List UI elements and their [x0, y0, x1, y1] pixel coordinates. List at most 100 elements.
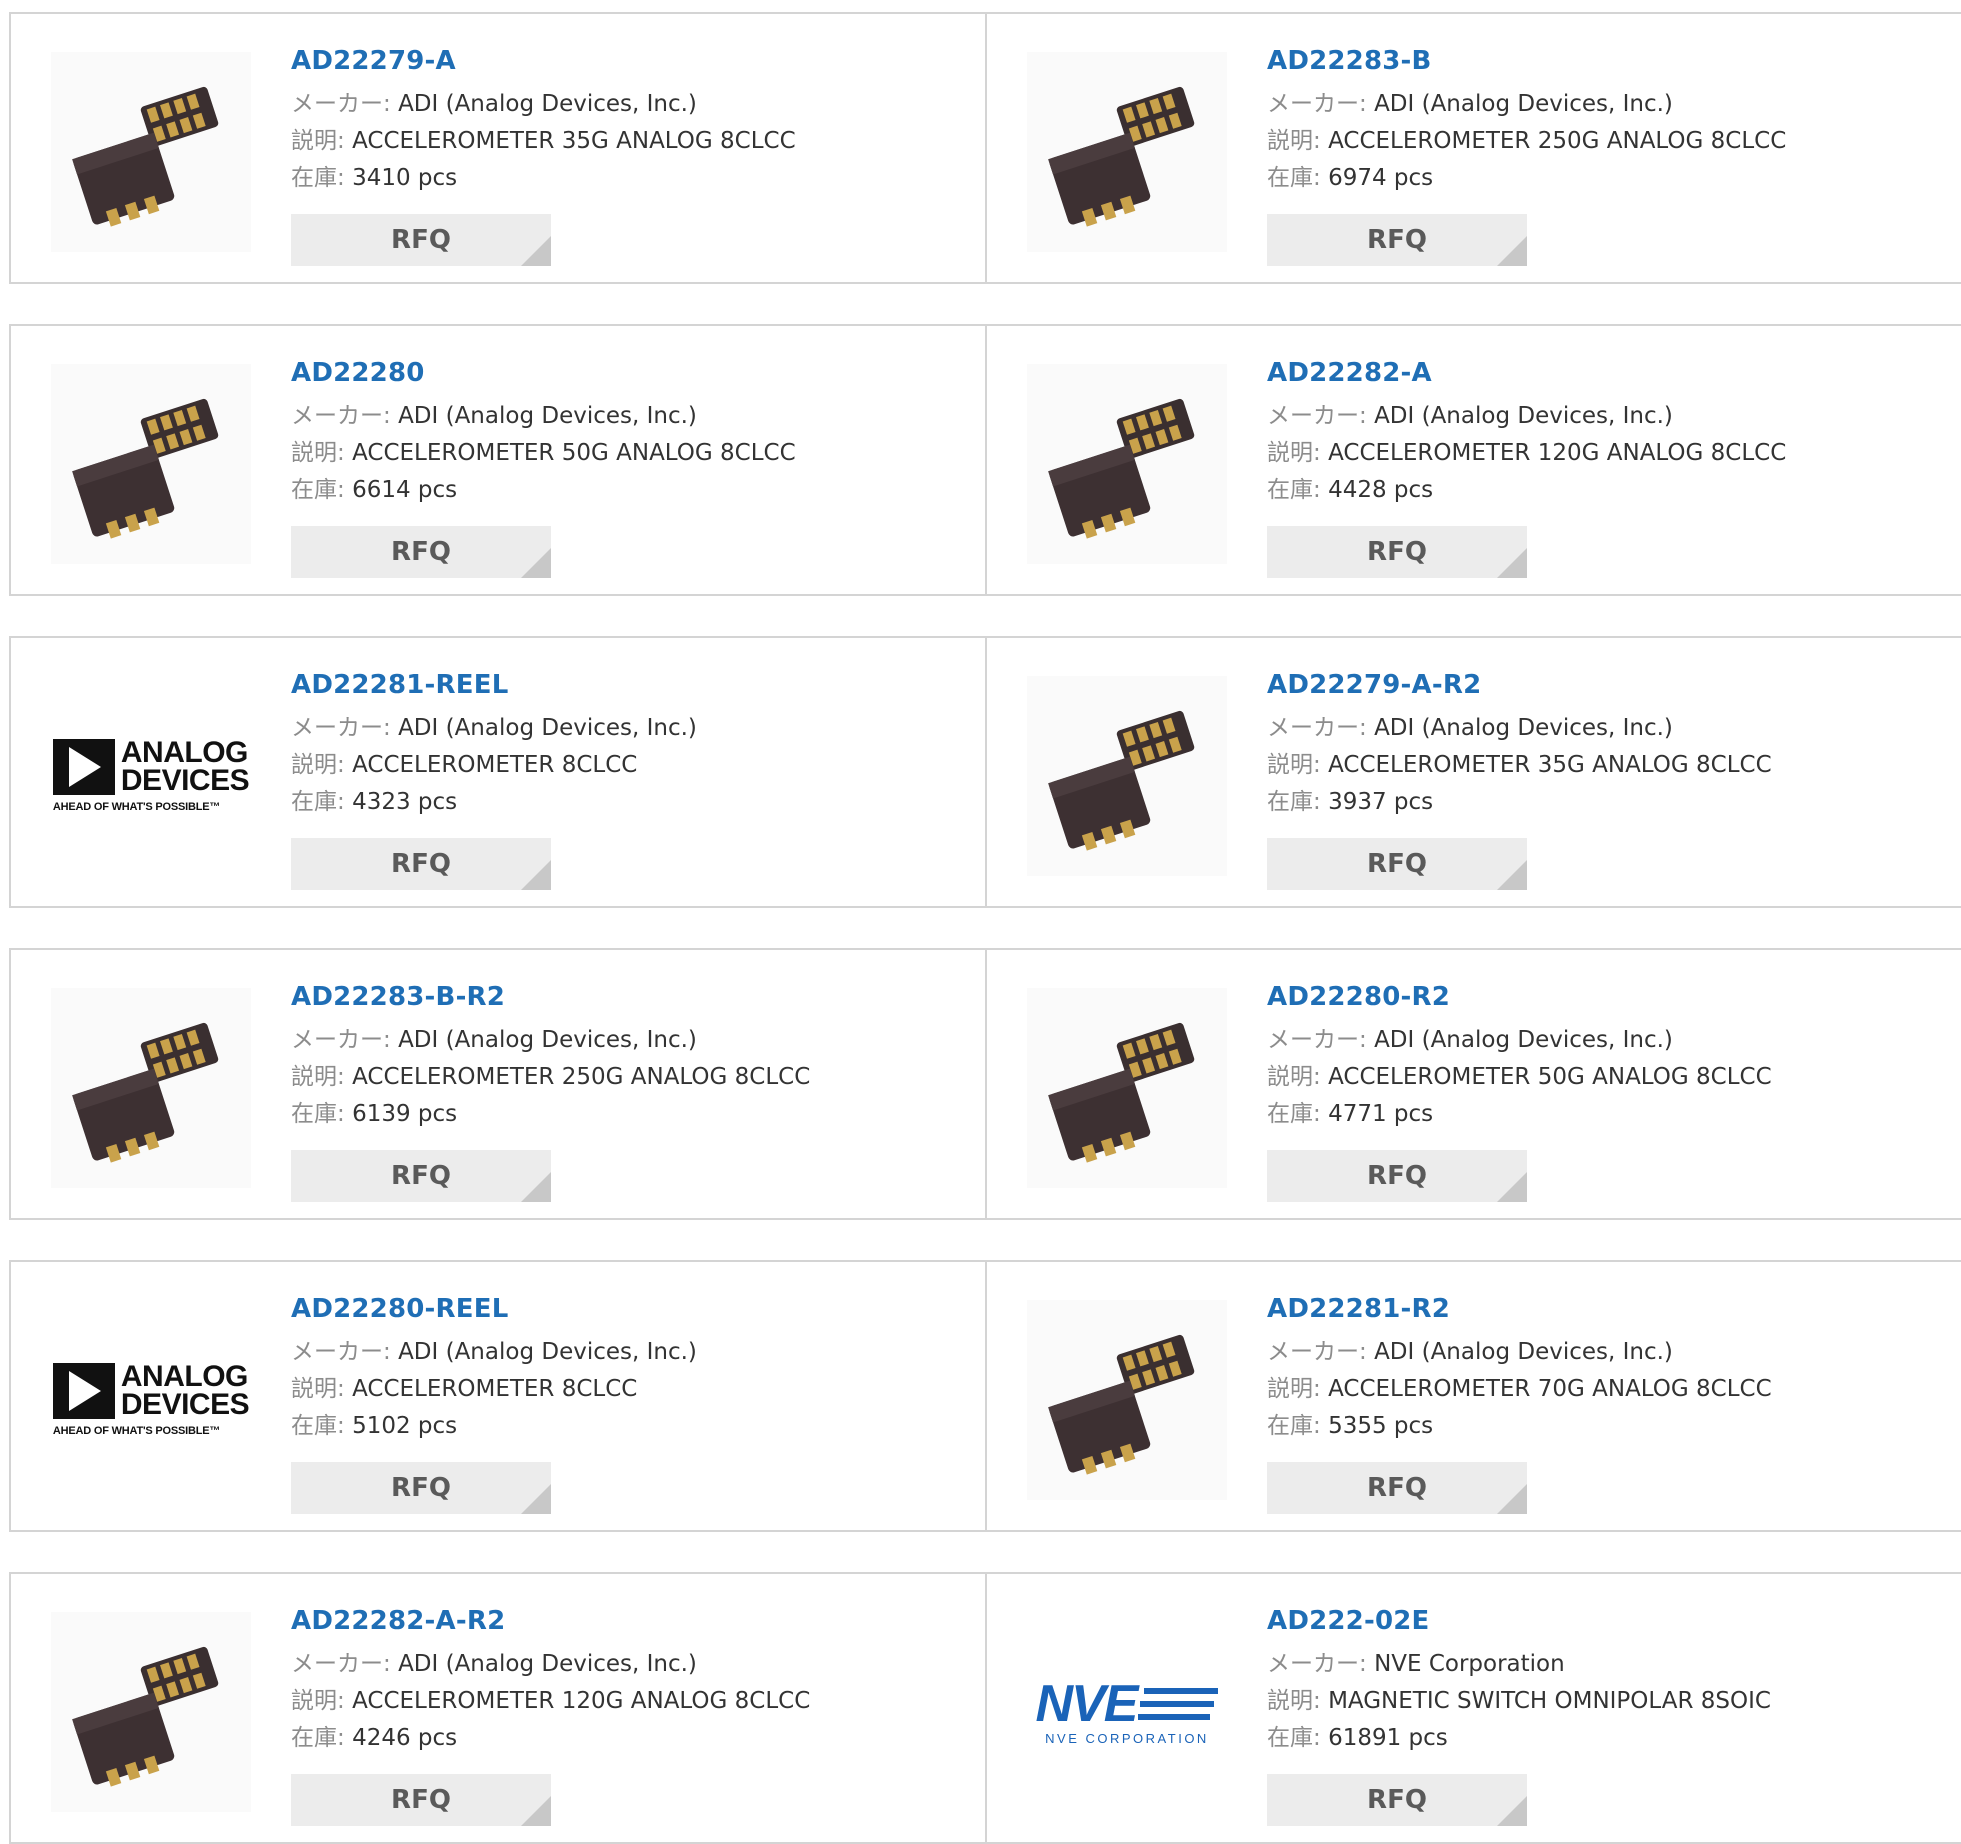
stock-line: 在庫: 4246 pcs: [291, 1720, 810, 1757]
maker-line: メーカー: ADI (Analog Devices, Inc.): [1267, 86, 1786, 123]
product-info: AD22282-A-R2 メーカー: ADI (Analog Devices, I…: [291, 1604, 810, 1757]
chip-icon[interactable]: [51, 988, 251, 1188]
description-line: 説明: ACCELEROMETER 70G ANALOG 8CLCC: [1267, 1371, 1772, 1408]
rfq-button[interactable]: RFQ: [291, 214, 551, 266]
stock-label: 在庫:: [291, 1101, 345, 1127]
maker-line: メーカー: ADI (Analog Devices, Inc.): [291, 1022, 810, 1059]
description-label: 説明:: [1267, 1376, 1321, 1402]
logo-tagline: NVE CORPORATION: [1045, 1730, 1209, 1746]
rfq-button[interactable]: RFQ: [1267, 214, 1527, 266]
part-number-link[interactable]: AD22283-B: [1267, 44, 1786, 78]
stock-line: 在庫: 6614 pcs: [291, 472, 796, 509]
maker-line: メーカー: ADI (Analog Devices, Inc.): [291, 1646, 810, 1683]
product-grid: AD22279-A メーカー: ADI (Analog Devices, Inc.…: [0, 0, 1961, 1844]
corner-triangle-icon: [521, 860, 551, 890]
product-row: ANALOG DEVICES AHEAD OF WHAT'S POSSIBLE™ AD…: [9, 636, 1961, 908]
nve-logo[interactable]: NVE NVE CORPORATION: [1027, 1612, 1227, 1812]
rfq-button[interactable]: RFQ: [291, 1462, 551, 1514]
description-line: 説明: ACCELEROMETER 35G ANALOG 8CLCC: [291, 123, 796, 160]
corner-triangle-icon: [521, 548, 551, 578]
maker-line: メーカー: ADI (Analog Devices, Inc.): [1267, 1334, 1772, 1371]
description-line: 説明: ACCELEROMETER 250G ANALOG 8CLCC: [1267, 123, 1786, 160]
maker-line: メーカー: ADI (Analog Devices, Inc.): [291, 1334, 697, 1371]
chip-icon[interactable]: [51, 1612, 251, 1812]
logo-text-line: DEVICES: [120, 764, 250, 797]
rfq-button[interactable]: RFQ: [1267, 838, 1527, 890]
rfq-label: RFQ: [391, 1161, 451, 1191]
stock-line: 在庫: 61891 pcs: [1267, 1720, 1771, 1757]
corner-triangle-icon: [1497, 1484, 1527, 1514]
maker-label: メーカー:: [291, 91, 391, 117]
stock-line: 在庫: 5102 pcs: [291, 1408, 697, 1445]
rfq-button[interactable]: RFQ: [291, 1150, 551, 1202]
product-card: AD22279-A メーカー: ADI (Analog Devices, Inc.…: [9, 14, 987, 282]
maker-value: ADI (Analog Devices, Inc.): [398, 1339, 697, 1365]
description-value: ACCELEROMETER 120G ANALOG 8CLCC: [1328, 440, 1787, 466]
rfq-label: RFQ: [1367, 1785, 1427, 1815]
product-card: AD22283-B-R2 メーカー: ADI (Analog Devices, I…: [9, 950, 987, 1218]
maker-label: メーカー:: [1267, 91, 1367, 117]
rfq-button[interactable]: RFQ: [1267, 526, 1527, 578]
description-value: ACCELEROMETER 50G ANALOG 8CLCC: [1328, 1064, 1772, 1090]
stock-label: 在庫:: [1267, 1413, 1321, 1439]
chip-icon[interactable]: [1027, 676, 1227, 876]
corner-triangle-icon: [521, 1796, 551, 1826]
rfq-label: RFQ: [391, 225, 451, 255]
maker-line: メーカー: ADI (Analog Devices, Inc.): [291, 86, 796, 123]
description-value: ACCELEROMETER 70G ANALOG 8CLCC: [1328, 1376, 1772, 1402]
corner-triangle-icon: [521, 236, 551, 266]
rfq-button[interactable]: RFQ: [1267, 1150, 1527, 1202]
product-row: AD22283-B-R2 メーカー: ADI (Analog Devices, I…: [9, 948, 1961, 1220]
chip-icon[interactable]: [1027, 1300, 1227, 1500]
stock-line: 在庫: 3937 pcs: [1267, 784, 1772, 821]
stock-value: 3410 pcs: [352, 165, 458, 191]
part-number-link[interactable]: AD22281-REEL: [291, 668, 697, 702]
maker-label: メーカー:: [1267, 1339, 1367, 1365]
part-number-link[interactable]: AD22279-A-R2: [1267, 668, 1772, 702]
corner-triangle-icon: [1497, 236, 1527, 266]
description-line: 説明: ACCELEROMETER 50G ANALOG 8CLCC: [1267, 1059, 1772, 1096]
part-number-link[interactable]: AD222-02E: [1267, 1604, 1771, 1638]
product-info: AD22280 メーカー: ADI (Analog Devices, Inc.) 説…: [291, 356, 796, 509]
part-number-link[interactable]: AD22282-A-R2: [291, 1604, 810, 1638]
description-line: 説明: ACCELEROMETER 35G ANALOG 8CLCC: [1267, 747, 1772, 784]
part-number-link[interactable]: AD22280: [291, 356, 796, 390]
analog-devices-logo[interactable]: ANALOG DEVICES AHEAD OF WHAT'S POSSIBLE™: [51, 676, 251, 876]
chip-icon[interactable]: [1027, 988, 1227, 1188]
product-info: AD222-02E メーカー: NVE Corporation 説明: MAGNET…: [1267, 1604, 1771, 1757]
part-number-link[interactable]: AD22280-REEL: [291, 1292, 697, 1326]
chip-icon[interactable]: [51, 364, 251, 564]
maker-label: メーカー:: [1267, 715, 1367, 741]
part-number-link[interactable]: AD22281-R2: [1267, 1292, 1772, 1326]
description-line: 説明: ACCELEROMETER 8CLCC: [291, 747, 697, 784]
part-number-link[interactable]: AD22279-A: [291, 44, 796, 78]
rfq-button[interactable]: RFQ: [291, 838, 551, 890]
maker-value: ADI (Analog Devices, Inc.): [1374, 1339, 1673, 1365]
chip-icon[interactable]: [51, 52, 251, 252]
product-info: AD22280-R2 メーカー: ADI (Analog Devices, Inc…: [1267, 980, 1772, 1133]
rfq-button[interactable]: RFQ: [291, 1774, 551, 1826]
rfq-button[interactable]: RFQ: [1267, 1774, 1527, 1826]
chip-icon[interactable]: [1027, 364, 1227, 564]
stock-line: 在庫: 5355 pcs: [1267, 1408, 1772, 1445]
corner-triangle-icon: [1497, 548, 1527, 578]
stock-line: 在庫: 4771 pcs: [1267, 1096, 1772, 1133]
product-row: AD22282-A-R2 メーカー: ADI (Analog Devices, I…: [9, 1572, 1961, 1844]
part-number-link[interactable]: AD22283-B-R2: [291, 980, 810, 1014]
part-number-link[interactable]: AD22282-A: [1267, 356, 1786, 390]
maker-label: メーカー:: [1267, 1027, 1367, 1053]
chip-icon[interactable]: [1027, 52, 1227, 252]
stock-value: 6614 pcs: [352, 477, 458, 503]
rfq-button[interactable]: RFQ: [1267, 1462, 1527, 1514]
product-info: AD22279-A-R2 メーカー: ADI (Analog Devices, I…: [1267, 668, 1772, 821]
product-info: AD22281-REEL メーカー: ADI (Analog Devices, I…: [291, 668, 697, 821]
maker-label: メーカー:: [291, 403, 391, 429]
stock-value: 4246 pcs: [352, 1725, 458, 1751]
product-card: AD22282-A-R2 メーカー: ADI (Analog Devices, I…: [9, 1574, 987, 1842]
maker-label: メーカー:: [291, 715, 391, 741]
maker-label: メーカー:: [1267, 1651, 1367, 1677]
rfq-label: RFQ: [1367, 537, 1427, 567]
rfq-button[interactable]: RFQ: [291, 526, 551, 578]
analog-devices-logo[interactable]: ANALOG DEVICES AHEAD OF WHAT'S POSSIBLE™: [51, 1300, 251, 1500]
part-number-link[interactable]: AD22280-R2: [1267, 980, 1772, 1014]
